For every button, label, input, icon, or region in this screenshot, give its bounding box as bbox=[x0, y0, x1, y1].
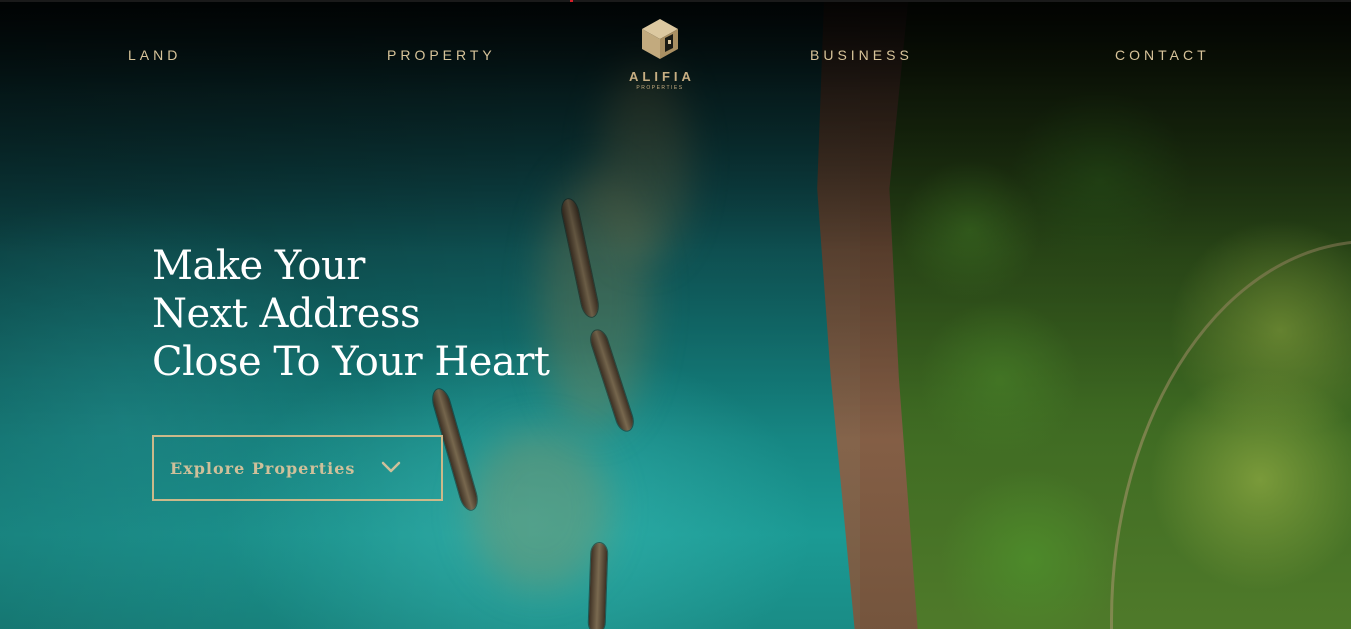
hero-headline: Make Your Next Address Close To Your Hea… bbox=[152, 242, 550, 386]
house-cube-icon bbox=[642, 19, 678, 59]
main-nav: LAND PROPERTY ALIFIA PROPERTIES BUSINESS… bbox=[0, 0, 1351, 110]
explore-properties-label: Explore Properties bbox=[170, 458, 356, 478]
logo[interactable]: ALIFIA PROPERTIES bbox=[612, 18, 708, 98]
hero-section: LAND PROPERTY ALIFIA PROPERTIES BUSINESS… bbox=[0, 0, 1351, 629]
nav-item-land[interactable]: LAND bbox=[128, 47, 181, 63]
logo-name: ALIFIA bbox=[629, 69, 695, 84]
nav-item-business[interactable]: BUSINESS bbox=[810, 47, 913, 63]
chevron-down-icon bbox=[381, 461, 401, 473]
nav-item-property[interactable]: PROPERTY bbox=[387, 47, 496, 63]
nav-item-contact[interactable]: CONTACT bbox=[1115, 47, 1210, 63]
headline-line: Next Address bbox=[152, 291, 420, 337]
logo-subtitle: PROPERTIES bbox=[636, 85, 684, 91]
headline-line: Close To Your Heart bbox=[152, 339, 550, 385]
explore-properties-button[interactable]: Explore Properties bbox=[152, 435, 443, 501]
headline-line: Make Your bbox=[152, 243, 365, 289]
